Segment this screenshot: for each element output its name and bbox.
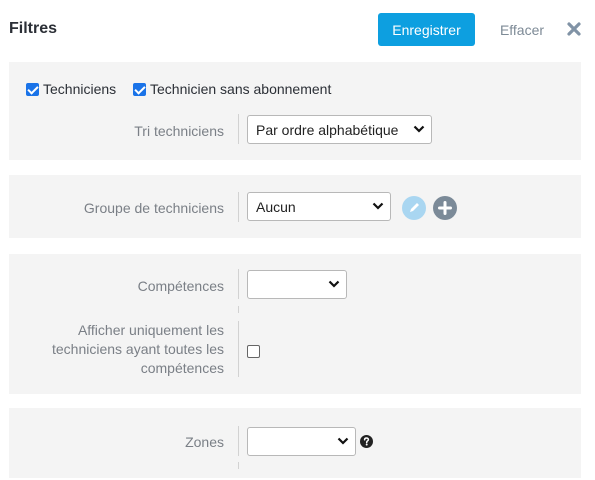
field-divider [238, 462, 239, 469]
zones-label: Zones [185, 434, 224, 450]
chevron-down-icon [413, 125, 425, 133]
no-subscription-checkbox-label: Technicien sans abonnement [150, 81, 332, 97]
edit-group-button[interactable] [402, 196, 426, 220]
zones-select[interactable] [247, 427, 356, 456]
add-group-button[interactable] [433, 196, 457, 220]
field-divider [238, 306, 239, 313]
clear-button[interactable]: Effacer [492, 13, 552, 46]
sort-technicians-label: Tri techniciens [134, 123, 224, 139]
skills-panel: Compétences Afficher uniquement les tech… [9, 254, 581, 394]
technicians-panel: Techniciens Technicien sans abonnement T… [9, 62, 581, 160]
skills-select[interactable] [247, 270, 347, 299]
only-all-skills-checkbox[interactable] [247, 345, 260, 358]
chevron-down-icon [337, 437, 349, 445]
close-icon[interactable] [566, 21, 582, 37]
question-circle-icon[interactable] [360, 435, 373, 448]
technician-group-panel: Groupe de techniciens Aucun [9, 175, 581, 238]
filters-header: Filtres Enregistrer Effacer [0, 0, 595, 60]
zones-panel: Zones [9, 408, 581, 478]
field-divider [238, 114, 239, 144]
chevron-down-icon [328, 280, 340, 288]
only-all-skills-label: Afficher uniquement les techniciens ayan… [52, 321, 224, 378]
only-all-skills-label-line: Afficher uniquement les [77, 322, 224, 338]
technician-group-select[interactable]: Aucun [247, 192, 391, 221]
technicians-checkbox-row[interactable]: Techniciens [26, 81, 116, 97]
pencil-icon [410, 203, 419, 212]
only-all-skills-label-line: compétences [140, 360, 224, 376]
no-subscription-checkbox[interactable] [133, 82, 146, 96]
skills-label: Compétences [137, 278, 224, 294]
only-all-skills-label-line: techniciens ayant toutes les [52, 341, 224, 357]
field-divider [238, 269, 239, 299]
page-title: Filtres [9, 20, 58, 37]
plus-icon [438, 201, 452, 215]
technician-group-label: Groupe de techniciens [83, 200, 224, 216]
technician-group-value: Aucun [256, 198, 296, 215]
sort-technicians-select[interactable]: Par ordre alphabétique [247, 115, 432, 144]
no-subscription-checkbox-row[interactable]: Technicien sans abonnement [133, 81, 331, 97]
field-divider [238, 321, 239, 377]
field-divider [238, 426, 239, 456]
chevron-down-icon [372, 202, 384, 210]
technicians-checkbox-label: Techniciens [43, 81, 117, 97]
technicians-checkbox[interactable] [26, 82, 39, 96]
save-button[interactable]: Enregistrer [378, 13, 475, 46]
sort-technicians-value: Par ordre alphabétique [256, 121, 399, 138]
field-divider [238, 192, 239, 222]
